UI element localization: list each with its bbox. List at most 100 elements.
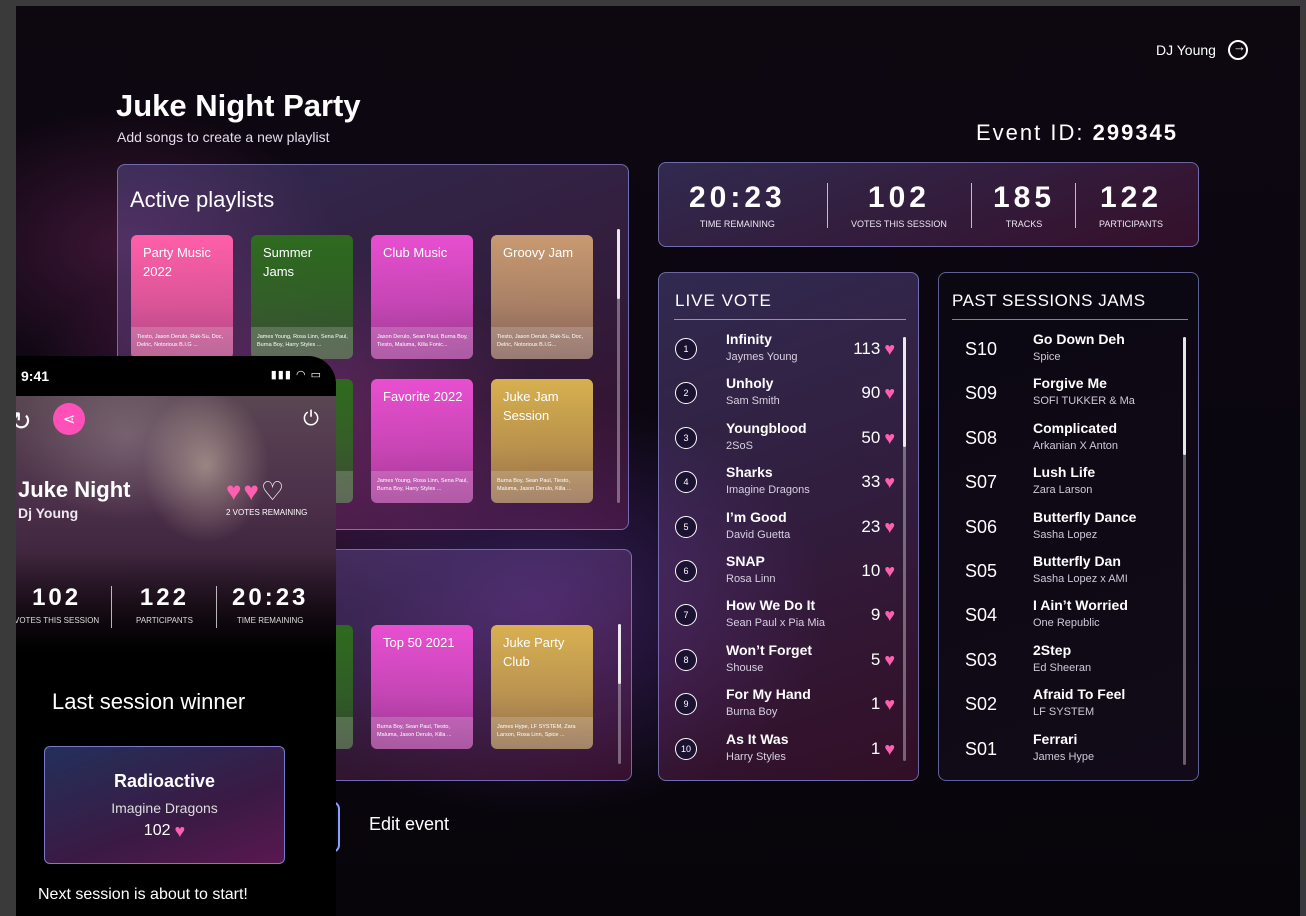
heart-icon[interactable]: ♥ [884,384,895,402]
vote-row[interactable]: 9 For My Hand Burna Boy 1 ♥ [675,686,895,724]
stat-tracks-label: TRACKS [1005,219,1043,229]
past-session-row[interactable]: S02 Afraid To Feel LF SYSTEM [965,686,1175,724]
share-icon[interactable]: ⋖ [53,403,85,435]
phone-stat-votes-label: VOTES THIS SESSION [16,616,100,625]
session-id: S10 [965,339,998,359]
winner-card[interactable]: Radioactive Imagine Dragons 102 ♥ [44,746,285,864]
rank-badge: 5 [675,515,697,538]
session-artist: Sasha Lopez [1033,528,1098,541]
past-session-row[interactable]: S01 Ferrari James Hype [965,731,1175,769]
playlist-card[interactable]: Juke Party Club James Hype, LF SYSTEM, Za… [491,625,593,749]
heart-icon[interactable]: ♥ [884,740,895,758]
vote-row[interactable]: 3 Youngblood 2SoS 50 ♥ [675,420,895,458]
past-session-row[interactable]: S08 Complicated Arkanian X Anton [965,420,1175,458]
vote-row[interactable]: 6 SNAP Rosa Linn 10 ♥ [675,553,895,591]
live-vote-scrollbar-thumb[interactable] [903,337,906,447]
heart-icon[interactable]: ♥ [884,606,895,624]
vote-count-value: 113 [853,339,881,358]
session-artist: Arkanian X Anton [1033,439,1119,452]
phone-event-title: Juke Night [18,477,131,502]
heart-icon[interactable]: ♥ [884,340,895,358]
past-sessions-scrollbar-thumb[interactable] [1183,337,1186,455]
stat-tracks: 185 TRACKS [993,181,1055,229]
vote-row[interactable]: 2 Unholy Sam Smith 90 ♥ [675,375,895,413]
vote-artist: David Guetta [726,528,791,541]
past-session-row[interactable]: S04 I Ain’t Worried One Republic [965,597,1175,635]
logout-icon[interactable] [1227,39,1248,60]
rank-badge: 8 [675,648,697,671]
phone-stat-time: 20:23 TIME REMAINING [232,584,308,625]
vote-artist: Shouse [726,661,764,674]
playlist-card[interactable]: Juke Jam Session Burna Boy, Sean Paul, Ti… [491,379,593,503]
playlist-card[interactable]: Club Music Jason Derulo, Sean Paul, Burna… [371,235,473,359]
playlist-card[interactable]: Favorite 2022 James Young, Rosa Linn, Sen… [371,379,473,503]
heart-icon[interactable]: ♥ [884,695,895,713]
playlist-name: Juke Jam Session [503,389,559,423]
playlist-artists: Burna Boy, Sean Paul, Tiesto, Maluma, Ja… [491,471,593,503]
vote-row[interactable]: 4 Sharks Imagine Dragons 33 ♥ [675,464,895,502]
last-winner-heading: Last session winner [52,689,246,714]
heart-icon[interactable]: ♥ [884,562,895,580]
vote-row[interactable]: 8 Won’t Forget Shouse 5 ♥ [675,642,895,680]
session-artist: James Hype [1033,750,1095,763]
playlist-artists: Tiesto, Jason Derulo, Rak-Su, Doc, Delri… [491,327,593,359]
stat-time-label: TIME REMAINING [699,219,775,229]
playlist-card[interactable]: Party Music 2022 Tiesto, Jason Derulo, Ra… [131,235,233,359]
vote-count: 1 ♥ [871,739,895,759]
playlist-card[interactable]: Groovy Jam Tiesto, Jason Derulo, Rak-Su, … [491,235,593,359]
vote-row[interactable]: 1 Infinity Jaymes Young 113 ♥ [675,331,895,369]
session-song: Ferrari [1033,730,1078,747]
playlist-scrollbar[interactable] [617,229,620,503]
vote-row[interactable]: 7 How We Do It Sean Paul x Pia Mia 9 ♥ [675,597,895,635]
divider [674,319,906,320]
past-session-row[interactable]: S03 2Step Ed Sheeran [965,642,1175,680]
phone-mockup: 9:41 ▮▮▮ ◠ ▭ ↻ ⋖ ⏻ Juke Night Dj Young ♥… [16,356,336,916]
user-menu[interactable]: DJ Young [1156,39,1248,60]
past-sessions-scrollbar[interactable] [1183,337,1186,765]
rank-badge: 2 [675,382,697,405]
winner-artist: Imagine Dragons [111,800,218,816]
winner-song: Radioactive [113,771,216,791]
heart-icon[interactable]: ♥ [884,651,895,669]
vote-row[interactable]: 5 I’m Good David Guetta 23 ♥ [675,509,895,547]
refresh-icon[interactable]: ↻ [16,406,32,437]
heart-icon[interactable]: ♥ [226,476,243,506]
vote-hearts[interactable]: ♥♥♡ [226,476,286,507]
winner-votes: 102 ♥ [45,822,284,840]
past-session-row[interactable]: S05 Butterfly Dan Sasha Lopez x AMI [965,553,1175,591]
vote-song: Youngblood [726,419,807,436]
stat-time-value: 20:23 [689,181,786,214]
session-song: Afraid To Feel [1033,686,1126,703]
playlist-artists: Burna Boy, Sean Paul, Tiesto, Maluma, Ja… [371,717,473,749]
heart-icon[interactable]: ♥ [884,429,895,447]
signal-icon: ▮▮▮ ◠ ▭ [270,369,322,381]
playlist-card[interactable]: Top 50 2021 Burna Boy, Sean Paul, Tiesto,… [371,625,473,749]
past-session-row[interactable]: S06 Butterfly Dance Sasha Lopez [965,509,1175,547]
playlist-name: Juke Party Club [503,635,565,669]
playlist-scrollbar-2[interactable] [618,624,621,764]
heart-icon[interactable]: ♥ [884,473,895,491]
vote-count: 1 ♥ [871,694,895,714]
vote-row[interactable]: 10 As It Was Harry Styles 1 ♥ [675,731,895,769]
live-vote-scrollbar[interactable] [903,337,906,761]
session-id: S07 [965,472,998,493]
divider [1075,183,1076,228]
playlist-scrollbar-2-thumb[interactable] [618,624,621,684]
heart-icon[interactable]: ♥ [884,518,895,536]
power-icon[interactable]: ⏻ [300,408,322,430]
session-song: Butterfly Dan [1033,553,1121,569]
heart-icon[interactable]: ♥ [243,476,260,506]
past-session-row[interactable]: S07 Lush Life Zara Larson [965,464,1175,502]
playlist-card[interactable]: Summer Jams James Young, Rosa Linn, Sena … [251,235,353,359]
playlist-scrollbar-thumb[interactable] [617,229,620,299]
past-session-row[interactable]: S10 Go Down Deh Spice [965,331,1175,369]
playlist-name: Party Music 2022 [143,245,211,279]
active-playlists-title: Active playlists [130,187,275,212]
past-session-row[interactable]: S09 Forgive Me SOFI TUKKER & Ma [965,375,1175,413]
vote-artist: Imagine Dragons [726,484,810,497]
edit-event-button[interactable]: Edit event [369,814,449,835]
vote-song: Unholy [726,375,774,392]
heart-outline-icon[interactable]: ♡ [261,476,286,506]
phone-stat-participants-label: PARTICIPANTS [136,616,193,625]
playlist-artists: James Young, Rosa Linn, Sena Paul, Burna… [251,327,353,359]
